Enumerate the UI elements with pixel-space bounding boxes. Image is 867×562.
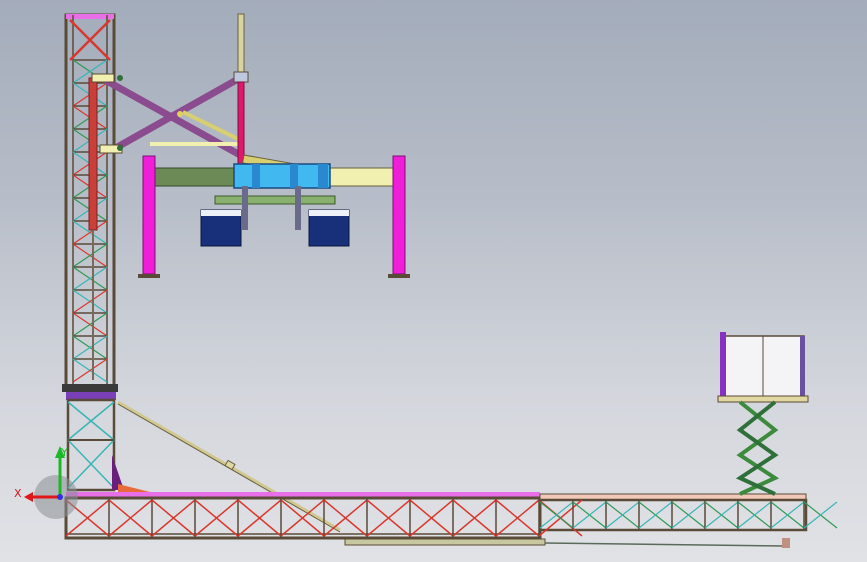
red-lifting-column — [88, 77, 98, 380]
x-axis-arrowhead — [24, 492, 33, 502]
cad-3d-viewport[interactable]: Y X — [0, 0, 867, 562]
z-axis-origin — [57, 494, 63, 500]
horizontal-truss-boom — [64, 492, 838, 548]
mast-base-section — [62, 384, 150, 492]
x-axis-label: X — [14, 487, 22, 500]
y-axis-label: Y — [60, 446, 68, 459]
scissor-lift-platform — [717, 332, 809, 496]
hoist-trolley-assembly — [149, 154, 397, 247]
